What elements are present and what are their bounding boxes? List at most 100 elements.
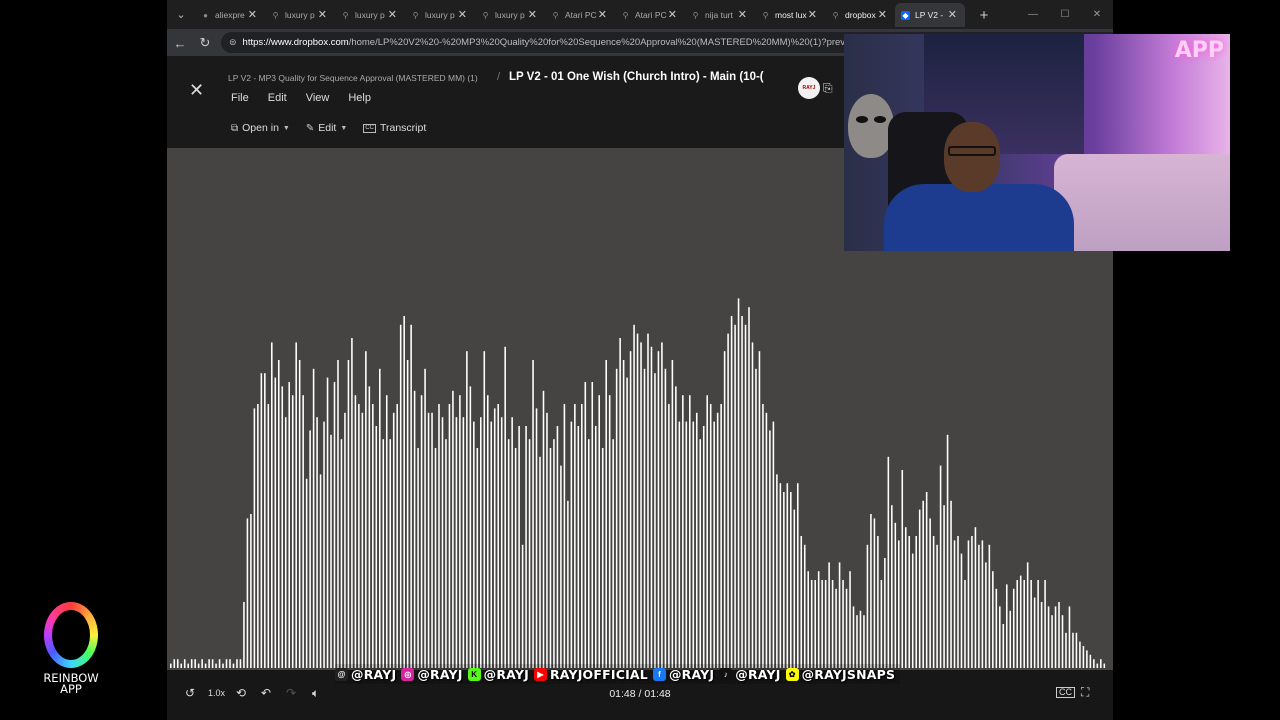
open-in-button[interactable]: ⧉ Open in ▼ [231,122,290,134]
browser-tab[interactable]: ⚲ luxury p ✕ [265,3,335,27]
close-tab-icon[interactable]: ✕ [318,8,327,21]
browser-tab[interactable]: ⚲ Atari PC ✕ [545,3,615,27]
waveform-bar [922,500,924,668]
browser-tab[interactable]: ● aliexpre ✕ [195,3,265,27]
transcript-button[interactable]: CC Transcript [363,122,426,134]
waveform-bar [553,439,555,668]
waveform-bar [995,588,998,668]
waveform-bar [229,659,231,668]
browser-tab[interactable]: ⚲ most lux ✕ [755,3,825,27]
waveform-bar [260,373,263,668]
waveform-bar [337,360,339,668]
avatar[interactable]: RAYJ [798,77,820,99]
waveform-bar [776,474,778,668]
waveform-bar [640,342,642,668]
waveform-bar [232,663,235,668]
close-tab-icon[interactable]: ✕ [878,8,887,21]
captions-toggle-icon[interactable]: CC [1056,687,1075,698]
waveform-bar [333,382,336,668]
social-handles-banner: @ @RAYJ ◎ @RAYJ K @RAYJ ▶ RAYJOFFICIAL f @RAYJ ♪ @R… [335,664,901,684]
reinbow-app-logo: REINBOW APP [30,600,112,700]
waveform-bar [925,492,928,668]
waveform-bar [288,382,290,668]
close-preview-button[interactable]: ✕ [189,80,204,101]
url-text: https://www.dropbox.com/home/LP%20V2%20-… [243,37,873,48]
menu-edit[interactable]: Edit [268,92,287,104]
new-tab-button[interactable]: + [973,3,995,27]
browser-tab[interactable]: ◆ LP V2 - ✕ [895,3,965,27]
close-tab-icon[interactable]: ✕ [248,8,257,21]
site-info-icon[interactable]: ⊜ [229,37,237,48]
waveform-bar [587,439,590,668]
waveform-bar [622,360,625,668]
breadcrumb[interactable]: LP V2 - MP3 Quality for Sequence Approva… [228,73,478,83]
waveform-bar [257,404,259,668]
waveform-bar [483,351,486,668]
browser-tab[interactable]: ⚲ Atari PC ✕ [615,3,685,27]
waveform-bar [542,390,545,668]
waveform-bar [507,439,510,668]
back-button[interactable]: ← [170,33,190,53]
waveform-bar [500,417,503,668]
waveform-bar [918,509,921,668]
waveform-bar [898,540,900,668]
close-tab-icon[interactable]: ✕ [388,8,397,21]
close-tab-icon[interactable]: ✕ [598,8,607,21]
waveform-bar [1012,588,1015,668]
waveform-bar [964,580,966,668]
waveform-bar [601,448,604,668]
browser-tab[interactable]: ⚲ luxury p ✕ [475,3,545,27]
waveform-bar [699,439,702,668]
waveform-bar [769,430,771,668]
browser-tab[interactable]: ⚲ nija turt ✕ [685,3,755,27]
waveform-bar [608,395,611,668]
menu-view[interactable]: View [306,92,330,104]
waveform-bar [493,408,496,668]
minimize-icon[interactable]: — [1017,0,1049,29]
waveform-bar [577,426,580,668]
menu-help[interactable]: Help [348,92,371,104]
chevron-down-icon: ▼ [282,124,290,132]
menu-file[interactable]: File [231,92,249,104]
waveform-bar [316,417,318,668]
waveform-bar [880,580,883,668]
tab-search-button[interactable]: ⌄ [171,4,191,24]
waveform-bar [291,395,294,668]
waveform-bar [758,351,761,668]
waveform-bar [762,404,764,668]
close-tab-icon[interactable]: ✕ [528,8,537,21]
waveform-bar [173,659,176,668]
fullscreen-icon[interactable]: ⛶ [1081,685,1089,700]
close-tab-icon[interactable]: ✕ [808,8,817,21]
edit-button[interactable]: ✎ Edit ▼ [306,122,347,134]
browser-tab[interactable]: ⚲ dropbox ✕ [825,3,895,27]
waveform-bar [525,426,527,668]
close-tab-icon[interactable]: ✕ [458,8,467,21]
share-icon[interactable]: ⎘ [823,81,833,96]
waveform-bar [985,562,987,668]
waveform-bar [323,421,325,668]
waveform-bar [647,333,649,668]
waveform-bar [849,571,851,668]
close-window-icon[interactable]: ✕ [1081,0,1113,29]
maximize-icon[interactable]: ☐ [1049,0,1081,29]
preview-toolbar: ⧉ Open in ▼ ✎ Edit ▼ CC Transcript [231,122,442,134]
waveform-bar [1061,615,1064,668]
reload-button[interactable]: ↻ [195,33,215,53]
waveform-bar [1002,624,1005,668]
waveform-bar [469,386,472,668]
facebook-icon: f [652,667,666,681]
waveform-bar [1005,584,1008,668]
close-tab-icon[interactable]: ✕ [668,8,677,21]
waveform-bar [779,483,782,668]
close-tab-icon[interactable]: ✕ [948,8,957,21]
waveform-bar [751,342,754,668]
waveform-bar [1033,597,1036,668]
waveform-bar [239,659,242,668]
waveform-bar [737,298,740,668]
browser-tab[interactable]: ⚲ luxury p ✕ [335,3,405,27]
close-tab-icon[interactable]: ✕ [738,8,747,21]
browser-tab[interactable]: ⚲ luxury p ✕ [405,3,475,27]
waveform-bar [434,448,437,668]
waveform-bar [490,421,493,668]
